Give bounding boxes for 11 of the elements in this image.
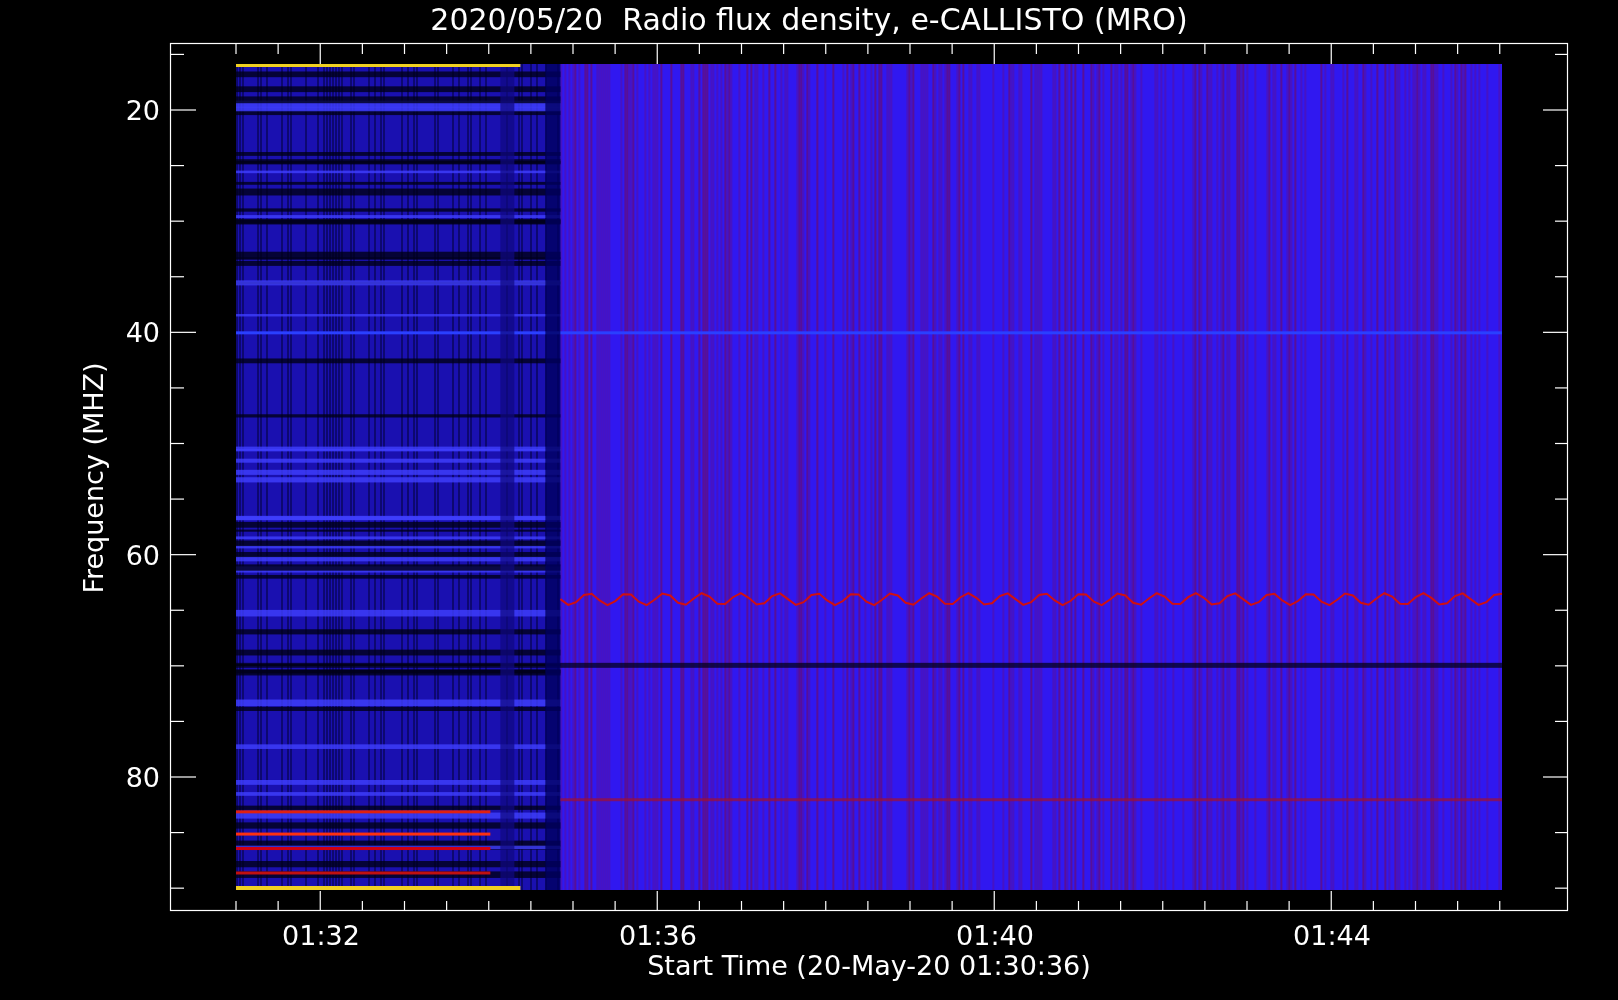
x-axis-label: Start Time (20-May-20 01:30:36) — [647, 950, 1091, 981]
x-tick-label: 01:40 — [956, 920, 1034, 951]
y-tick-label: 60 — [125, 539, 160, 571]
x-tick-label: 01:32 — [282, 920, 360, 951]
y-tick-label: 20 — [125, 95, 160, 126]
x-tick-label: 01:44 — [1293, 920, 1371, 951]
chart-title: 2020/05/20 Radio flux density, e-CALLISTO (MRO) — [430, 2, 1188, 37]
y-axis-label: Frequency (MHZ) — [78, 362, 109, 594]
y-tick-label: 40 — [125, 317, 160, 349]
x-tick-label: 01:36 — [619, 920, 697, 951]
y-tick-label: 80 — [125, 762, 160, 793]
